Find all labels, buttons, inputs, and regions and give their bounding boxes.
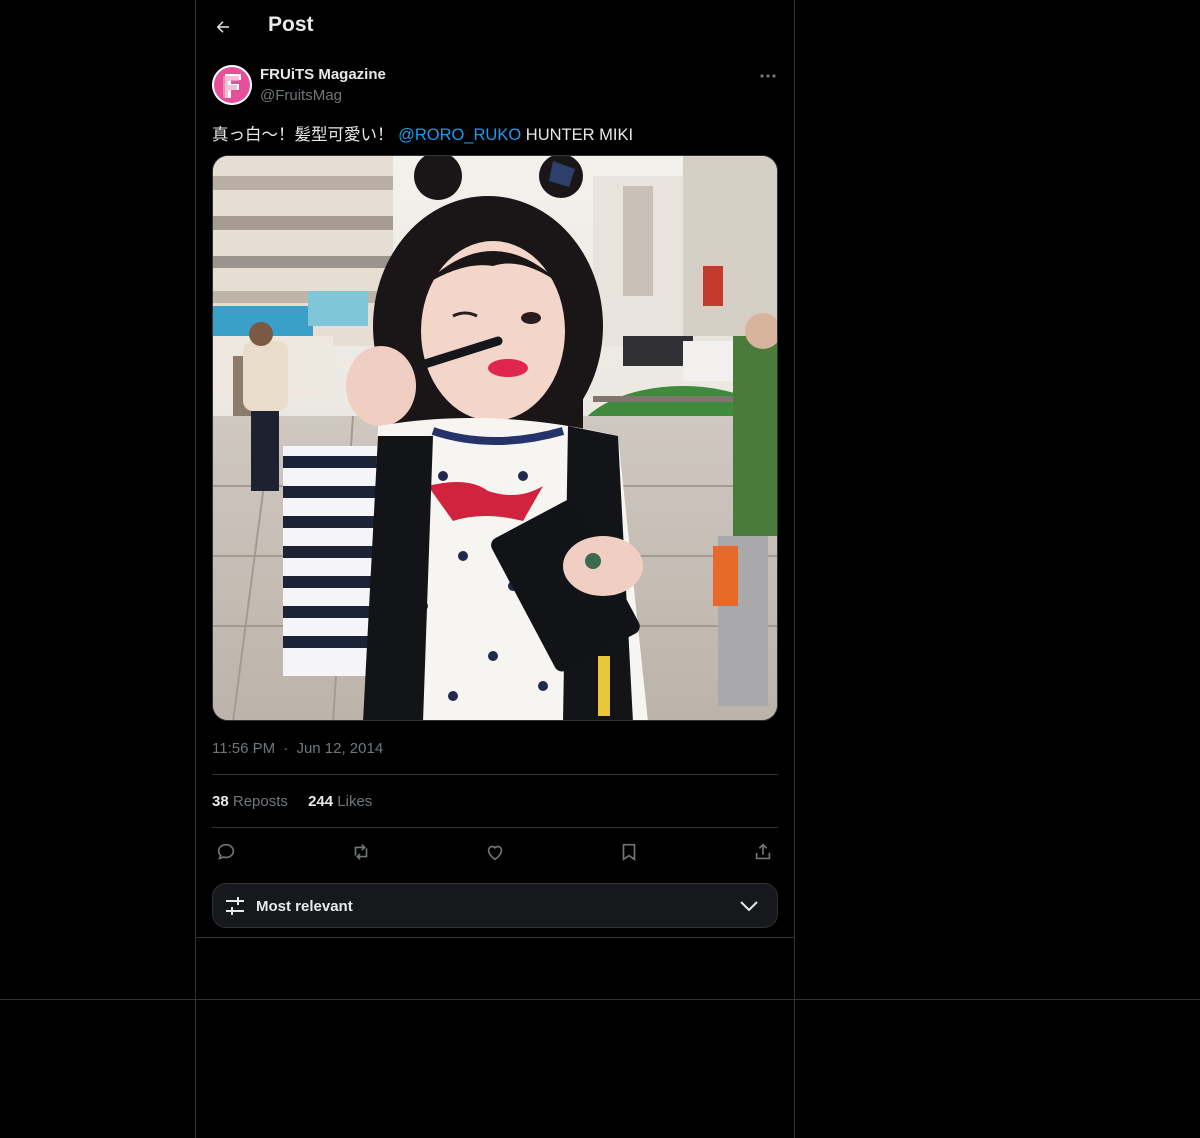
like-button[interactable] — [481, 838, 509, 866]
bookmark-icon — [622, 843, 636, 861]
sliders-icon — [226, 897, 244, 915]
fruits-logo-icon — [212, 65, 252, 105]
post-time[interactable]: 11:56 PM — [212, 740, 275, 757]
reply-sort-dropdown[interactable]: Most relevant — [212, 883, 778, 928]
divider-bottom — [212, 827, 778, 828]
avatar[interactable] — [212, 65, 252, 105]
tweet-text-before: 真っ白〜！髪型可愛い！ — [212, 126, 399, 144]
reposts-stat[interactable]: 38 Reposts — [212, 793, 288, 810]
reposts-count: 38 — [212, 793, 229, 810]
share-button[interactable] — [749, 838, 777, 866]
post-timestamp: 11:56 PM · Jun 12, 2014 — [212, 740, 383, 757]
post-column: Post FRUiTS Magazine @FruitsMag 真っ白〜！髪型可… — [196, 0, 794, 937]
repost-icon — [354, 844, 368, 860]
author-name[interactable]: FRUiTS Magazine — [260, 66, 386, 83]
post-stats: 38 Reposts 244 Likes — [212, 793, 388, 810]
chevron-down-icon — [740, 901, 758, 912]
tweet-text-after: HUNTER MIKI — [521, 126, 634, 144]
column-bottom-border — [196, 937, 794, 938]
like-icon — [487, 845, 503, 861]
back-button[interactable] — [206, 10, 240, 44]
mention-link[interactable]: @RORO_RUKO — [398, 126, 521, 144]
reply-icon — [217, 843, 235, 860]
street-portrait-photo — [213, 156, 777, 720]
sort-label: Most relevant — [256, 898, 353, 915]
tweet-photo[interactable] — [212, 155, 778, 721]
action-bar — [212, 838, 778, 866]
meta-separator: · — [283, 740, 289, 757]
more-horizontal-icon — [760, 74, 776, 78]
post-header: Post — [196, 0, 794, 53]
likes-stat[interactable]: 244 Likes — [308, 793, 372, 810]
likes-label: Likes — [337, 793, 373, 810]
post-date[interactable]: Jun 12, 2014 — [296, 740, 383, 757]
tweet-text: 真っ白〜！髪型可愛い！ @RORO_RUKO HUNTER MIKI — [212, 121, 633, 145]
page-title: Post — [268, 13, 314, 36]
divider-top — [212, 774, 778, 775]
author-handle[interactable]: @FruitsMag — [260, 87, 342, 104]
right-border — [794, 0, 795, 1138]
lower-divider — [0, 999, 1200, 1000]
share-icon — [755, 843, 771, 860]
repost-button[interactable] — [347, 838, 375, 866]
likes-count: 244 — [308, 793, 334, 810]
bookmark-button[interactable] — [615, 838, 643, 866]
arrow-left-icon — [216, 21, 229, 33]
reposts-label: Reposts — [232, 793, 288, 810]
more-options-button[interactable] — [756, 64, 780, 88]
reply-button[interactable] — [212, 838, 240, 866]
